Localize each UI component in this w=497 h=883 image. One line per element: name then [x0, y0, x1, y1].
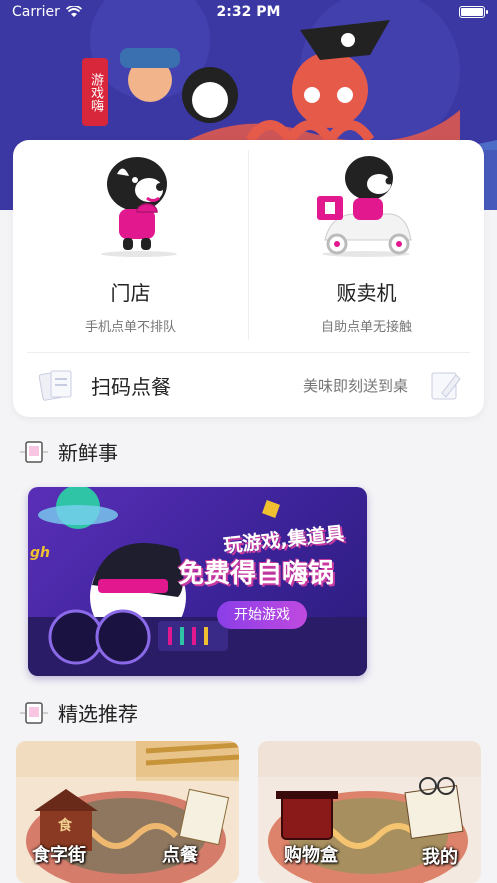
- mine-label: 我的: [422, 847, 458, 868]
- start-game-button[interactable]: 开始游戏: [217, 601, 307, 629]
- shopping-box-label: 购物盒: [284, 845, 338, 866]
- banner-main-text: 免费得自嗨锅: [178, 559, 335, 589]
- store-title: 门店: [110, 281, 151, 305]
- mascot-scooter-icon: [317, 156, 412, 257]
- recommend-card-street[interactable]: 食 食字街 点餐: [16, 741, 239, 883]
- hero-vertical-sign: 游戏嗨: [82, 58, 108, 126]
- menu-board-icon: [20, 701, 48, 724]
- scan-order-row[interactable]: 扫码点餐 美味即刻送到桌: [13, 353, 484, 417]
- store-option[interactable]: 门店 手机点单不排队: [13, 140, 248, 350]
- scan-right-text: 美味即刻送到桌: [302, 377, 408, 395]
- vending-title: 贩卖机: [336, 281, 397, 305]
- status-bar: Carrier 2:32 PM: [0, 0, 497, 24]
- section-news-title: 新鲜事: [58, 441, 118, 465]
- store-subtitle: 手机点单不排队: [84, 320, 176, 335]
- section-news-header: 新鲜事: [20, 437, 118, 466]
- scan-label: 扫码点餐: [91, 375, 171, 399]
- food-street-label: 食字街: [32, 845, 86, 866]
- order-label: 点餐: [162, 845, 198, 866]
- vending-subtitle: 自助点单无接触: [320, 320, 412, 335]
- game-promo-banner[interactable]: gh 玩游戏,集道具 免费得自嗨锅 开始游戏: [28, 487, 367, 676]
- mascot-store-icon: [101, 157, 177, 257]
- battery-icon: [459, 6, 488, 18]
- street-sign: 食: [58, 818, 72, 834]
- menu-board-icon: [20, 440, 48, 463]
- vending-option[interactable]: 贩卖机 自助点单无接触: [249, 140, 484, 350]
- order-card: 门店 手机点单不排队 贩卖机 自助点单无接触 扫码点餐 美味即刻送到桌: [13, 140, 484, 417]
- section-recommend-title: 精选推荐: [58, 702, 138, 726]
- status-time: 2:32 PM: [216, 4, 281, 20]
- banner-tag: gh: [30, 545, 50, 561]
- scan-card-icon: [38, 370, 72, 401]
- section-recommend-header: 精选推荐: [20, 698, 138, 727]
- notepad-icon: [431, 372, 461, 400]
- recommend-card-shop[interactable]: 购物盒 我的: [258, 741, 481, 883]
